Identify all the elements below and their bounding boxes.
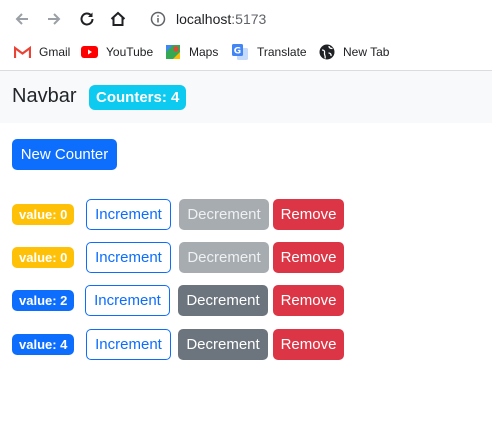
home-icon <box>110 11 126 26</box>
remove-button[interactable]: Remove <box>273 285 344 316</box>
reload-icon <box>80 12 94 26</box>
bookmark-label: Gmail <box>39 45 71 59</box>
gmail-icon <box>14 44 31 61</box>
globe-icon <box>318 44 335 61</box>
bookmark-label: YouTube <box>106 45 154 59</box>
svg-text:G: G <box>234 46 241 56</box>
address-bar[interactable]: localhost:5173 <box>140 5 492 33</box>
bookmarks-bar: Gmail YouTube Maps G Translate New Tab <box>0 40 492 64</box>
new-counter-button[interactable]: New Counter <box>12 139 117 170</box>
increment-button[interactable]: Increment <box>85 285 170 316</box>
browser-chrome: localhost:5173 Gmail YouTube Maps G Tran… <box>0 0 492 71</box>
navbar-brand[interactable]: Navbar <box>12 85 76 108</box>
url-host: localhost <box>176 11 232 27</box>
increment-button[interactable]: Increment <box>86 199 171 230</box>
bookmark-youtube[interactable]: YouTube <box>81 42 153 62</box>
decrement-button[interactable]: Decrement <box>178 329 268 360</box>
url-text: localhost:5173 <box>176 11 266 27</box>
maps-icon <box>164 44 181 61</box>
bookmark-gmail[interactable]: Gmail <box>14 42 70 62</box>
forward-arrow-icon <box>48 13 61 25</box>
counter-value-badge: value: 2 <box>12 290 75 311</box>
reload-button[interactable] <box>76 8 98 30</box>
decrement-button[interactable]: Decrement <box>179 199 269 230</box>
remove-button[interactable]: Remove <box>273 199 344 230</box>
forward-button[interactable] <box>43 8 65 30</box>
url-port: :5173 <box>231 11 267 27</box>
counter-value-badge: value: 0 <box>12 247 75 268</box>
bookmark-label: New Tab <box>343 45 390 59</box>
info-icon[interactable] <box>150 11 166 27</box>
decrement-button[interactable]: Decrement <box>178 285 268 316</box>
youtube-icon <box>81 44 98 61</box>
increment-button[interactable]: Increment <box>86 242 171 273</box>
back-button[interactable] <box>11 8 33 30</box>
counters-badge: Counters: 4 <box>89 85 187 110</box>
bookmark-label: Translate <box>257 45 307 59</box>
remove-button[interactable]: Remove <box>273 242 344 273</box>
increment-button[interactable]: Increment <box>86 329 171 360</box>
translate-icon: G <box>232 43 249 61</box>
bookmark-translate[interactable]: G Translate <box>232 42 307 62</box>
remove-button[interactable]: Remove <box>273 329 344 360</box>
back-arrow-icon <box>15 13 28 25</box>
bookmark-label: Maps <box>189 45 219 59</box>
bookmark-maps[interactable]: Maps <box>164 42 218 62</box>
app-navbar: Navbar Counters: 4 <box>0 71 492 123</box>
decrement-button[interactable]: Decrement <box>179 242 269 273</box>
counter-value-badge: value: 0 <box>12 204 75 225</box>
bookmark-new-tab[interactable]: New Tab <box>318 42 389 62</box>
counter-value-badge: value: 4 <box>12 334 75 355</box>
home-button[interactable] <box>107 8 129 30</box>
